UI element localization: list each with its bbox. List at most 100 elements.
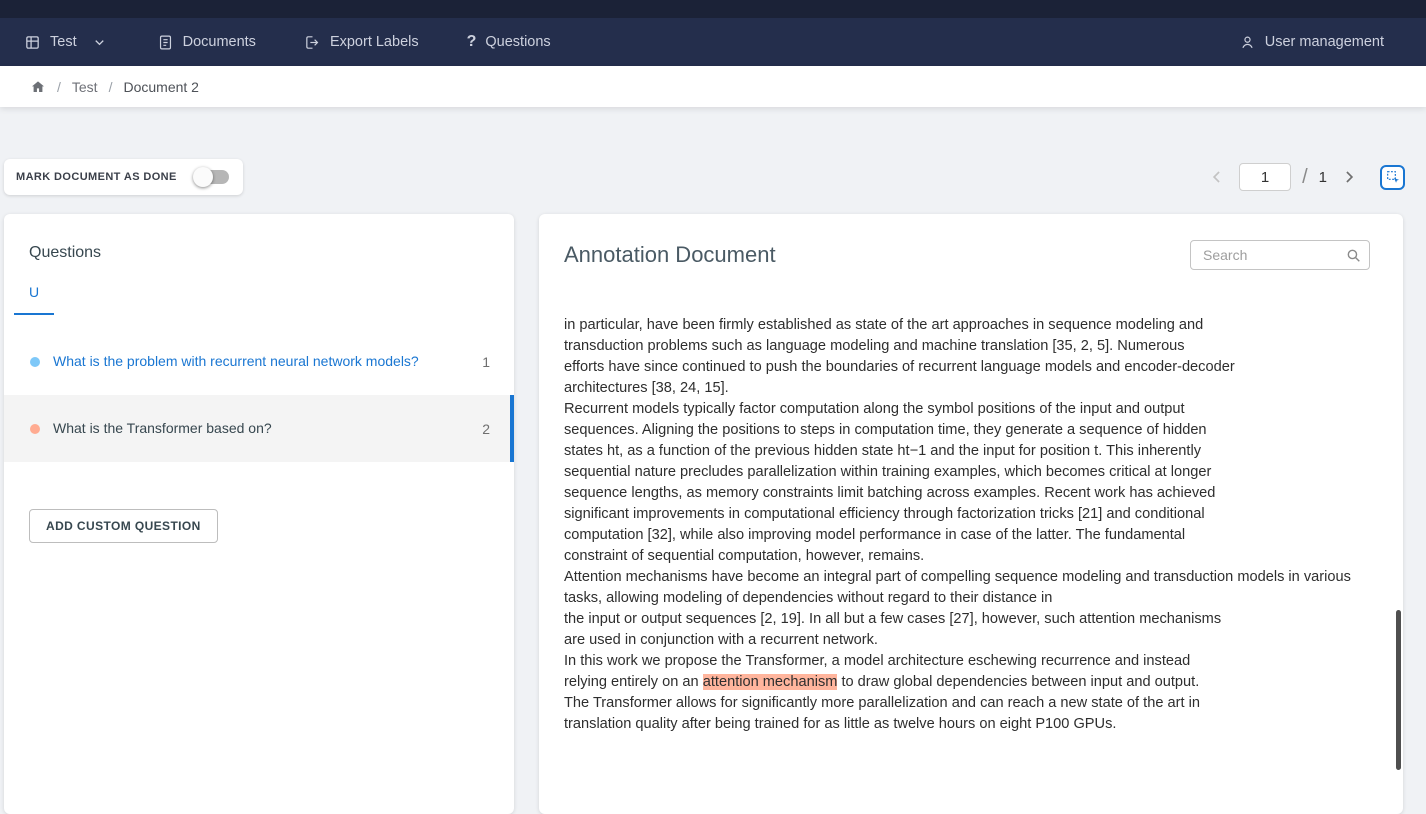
nav-item-documents[interactable]: Documents: [157, 34, 256, 51]
document-text-span: in particular, have been firmly establis…: [564, 317, 1203, 333]
document-line: sequential nature precludes parallelizat…: [564, 462, 1370, 483]
document-line: translation quality after being trained …: [564, 714, 1370, 735]
question-number: 1: [482, 354, 492, 370]
breadcrumb-item-document-2: Document 2: [123, 79, 198, 95]
highlight-select-icon: [1385, 169, 1401, 185]
document-text-span: efforts have since continued to push the…: [564, 359, 1235, 375]
breadcrumb-item-test[interactable]: Test: [72, 79, 98, 95]
document-text-span: computation [32], while also improving m…: [564, 527, 1185, 543]
nav-item-export-labels[interactable]: Export Labels: [304, 34, 419, 51]
search-input[interactable]: [1201, 246, 1345, 264]
document-text-span: Recurrent models typically factor comput…: [564, 401, 1185, 417]
question-text: What is the problem with recurrent neura…: [53, 351, 425, 372]
breadcrumb-separator: /: [57, 79, 61, 95]
document-line: efforts have since continued to push the…: [564, 357, 1370, 378]
document-line: In this work we propose the Transformer,…: [564, 651, 1370, 672]
nav-menu: Documents Export Labels ? Questions: [157, 34, 551, 51]
document-text-span: sequences. Aligning the positions to ste…: [564, 422, 1207, 438]
question-color-dot-icon: [30, 424, 40, 434]
annotation-document-title: Annotation Document: [564, 242, 776, 268]
document-line: states ht, as a function of the previous…: [564, 441, 1370, 462]
question-item[interactable]: What is the Transformer based on? 2: [4, 395, 514, 462]
document-line: The Transformer allows for significantly…: [564, 693, 1370, 714]
document-text-span: sequence lengths, as memory constraints …: [564, 485, 1215, 501]
previous-page-button[interactable]: [1205, 165, 1229, 189]
document-text-span: architectures [38, 24, 15].: [564, 380, 729, 396]
document-text-span: translation quality after being trained …: [564, 716, 1116, 732]
document-line: the input or output sequences [2, 19]. I…: [564, 609, 1370, 630]
app-navbar: Test Documents Export Labels ? Questions…: [0, 18, 1426, 66]
project-selector[interactable]: Test: [24, 34, 107, 51]
document-line: sequence lengths, as memory constraints …: [564, 483, 1370, 504]
document-text-span: significant improvements in computationa…: [564, 506, 1205, 522]
nav-item-user-management[interactable]: User management: [1239, 34, 1384, 51]
window-top-strip: [0, 0, 1426, 18]
search-icon[interactable]: [1345, 247, 1362, 264]
document-text-span: are used in conjunction with a recurrent…: [564, 632, 878, 648]
document-text-span: relying entirely on an: [564, 674, 703, 690]
project-label: Test: [50, 34, 77, 50]
question-text: What is the Transformer based on?: [53, 418, 425, 439]
nav-item-questions[interactable]: ? Questions: [467, 34, 551, 51]
question-mark-icon: ?: [467, 34, 477, 50]
page-total: 1: [1319, 169, 1327, 186]
mark-done-toggle[interactable]: [195, 167, 229, 187]
chevron-down-icon: [92, 35, 107, 50]
app-logo-icon: [24, 34, 41, 51]
toggle-thumb: [193, 167, 213, 187]
nav-item-label: Export Labels: [330, 34, 419, 50]
document-text-span: the input or output sequences [2, 19]. I…: [564, 611, 1221, 627]
tab-unanswered[interactable]: U: [14, 284, 54, 315]
breadcrumb-separator: /: [109, 79, 113, 95]
user-icon: [1239, 34, 1256, 51]
questions-panel-title: Questions: [29, 244, 514, 262]
breadcrumb: / Test / Document 2: [0, 66, 1426, 107]
document-text-span: In this work we propose the Transformer,…: [564, 653, 1190, 669]
questions-panel: Questions U What is the problem with rec…: [4, 214, 514, 814]
document-text-span: to draw global dependencies between inpu…: [837, 674, 1199, 690]
document-line: relying entirely on an attention mechani…: [564, 672, 1370, 693]
mark-done-label: MARK DOCUMENT AS DONE: [16, 171, 177, 183]
document-search: [1190, 240, 1370, 270]
question-list: What is the problem with recurrent neura…: [4, 328, 514, 462]
document-text-span: constraint of sequential computation, ho…: [564, 548, 924, 564]
document-line: computation [32], while also improving m…: [564, 525, 1370, 546]
document-text-span: The Transformer allows for significantly…: [564, 695, 1200, 711]
document-line: architectures [38, 24, 15].: [564, 378, 1370, 399]
document-line: in particular, have been firmly establis…: [564, 315, 1370, 336]
document-line: are used in conjunction with a recurrent…: [564, 630, 1370, 651]
document-line: Attention mechanisms have become an inte…: [564, 567, 1370, 609]
export-icon: [304, 34, 321, 51]
document-line: Recurrent models typically factor comput…: [564, 399, 1370, 420]
question-item[interactable]: What is the problem with recurrent neura…: [4, 328, 514, 395]
add-custom-question-button[interactable]: ADD CUSTOM QUESTION: [29, 509, 218, 543]
document-line: sequences. Aligning the positions to ste…: [564, 420, 1370, 441]
document-line: significant improvements in computationa…: [564, 504, 1370, 525]
annotation-select-mode-button[interactable]: [1380, 165, 1405, 190]
document-line: constraint of sequential computation, ho…: [564, 546, 1370, 567]
annotation-document-panel: Annotation Document in particular, have …: [539, 214, 1403, 814]
nav-item-label: Questions: [485, 34, 550, 50]
mark-document-done-card: MARK DOCUMENT AS DONE: [4, 159, 243, 195]
chevron-left-icon: [1207, 167, 1227, 187]
document-text-span: states ht, as a function of the previous…: [564, 443, 1201, 459]
main-content: Questions U What is the problem with rec…: [4, 214, 1403, 814]
home-icon[interactable]: [30, 79, 46, 95]
question-number: 2: [482, 421, 492, 437]
documents-icon: [157, 34, 174, 51]
next-page-button[interactable]: [1337, 165, 1361, 189]
page-number-input[interactable]: [1239, 163, 1291, 191]
question-color-dot-icon: [30, 357, 40, 367]
document-text-span: Attention mechanisms have become an inte…: [564, 569, 1351, 606]
scrollbar-thumb[interactable]: [1396, 610, 1401, 770]
document-text-span: sequential nature precludes parallelizat…: [564, 464, 1211, 480]
chevron-right-icon: [1339, 167, 1359, 187]
nav-item-label: Documents: [183, 34, 256, 50]
page-navigation: / 1: [1205, 163, 1405, 191]
annotation-document-header: Annotation Document: [539, 214, 1403, 270]
highlighted-annotation-span[interactable]: attention mechanism: [703, 674, 838, 690]
document-toolbar: MARK DOCUMENT AS DONE / 1: [4, 159, 1405, 195]
document-line: transduction problems such as language m…: [564, 336, 1370, 357]
page-separator: /: [1302, 166, 1308, 189]
document-text[interactable]: in particular, have been firmly establis…: [564, 315, 1370, 735]
